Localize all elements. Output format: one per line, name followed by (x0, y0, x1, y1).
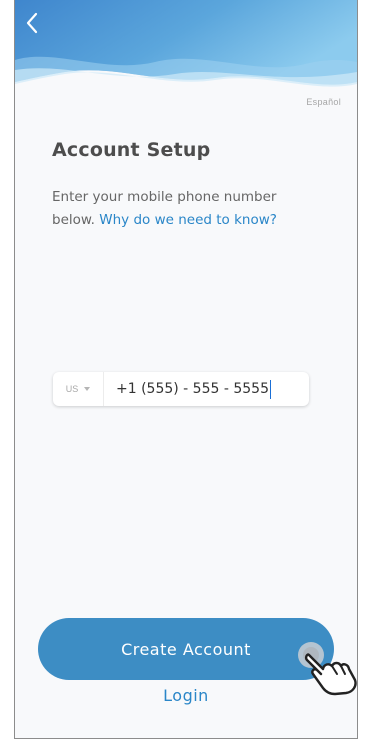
text-cursor (270, 379, 271, 399)
header-wave-banner (15, 0, 357, 104)
phone-number-input[interactable]: +1 (555) - 555 - 5555 (104, 372, 309, 406)
phone-number-value: +1 (555) - 555 - 5555 (116, 381, 269, 397)
login-link[interactable]: Login (15, 686, 357, 705)
caret-down-icon (84, 387, 91, 391)
country-code-label: US (65, 384, 79, 394)
chevron-left-icon (26, 12, 38, 34)
phone-number-field: US +1 (555) - 555 - 5555 (53, 372, 309, 406)
intro-text: Enter your mobile phone number below. Wh… (52, 186, 322, 232)
back-button[interactable] (17, 8, 47, 38)
create-account-button[interactable]: Create Account (38, 618, 334, 680)
page-title: Account Setup (52, 139, 211, 161)
country-code-select[interactable]: US (53, 372, 103, 406)
app-screen: Español Account Setup Enter your mobile … (14, 0, 358, 739)
why-need-link[interactable]: Why do we need to know? (99, 212, 277, 228)
language-toggle[interactable]: Español (306, 97, 341, 107)
